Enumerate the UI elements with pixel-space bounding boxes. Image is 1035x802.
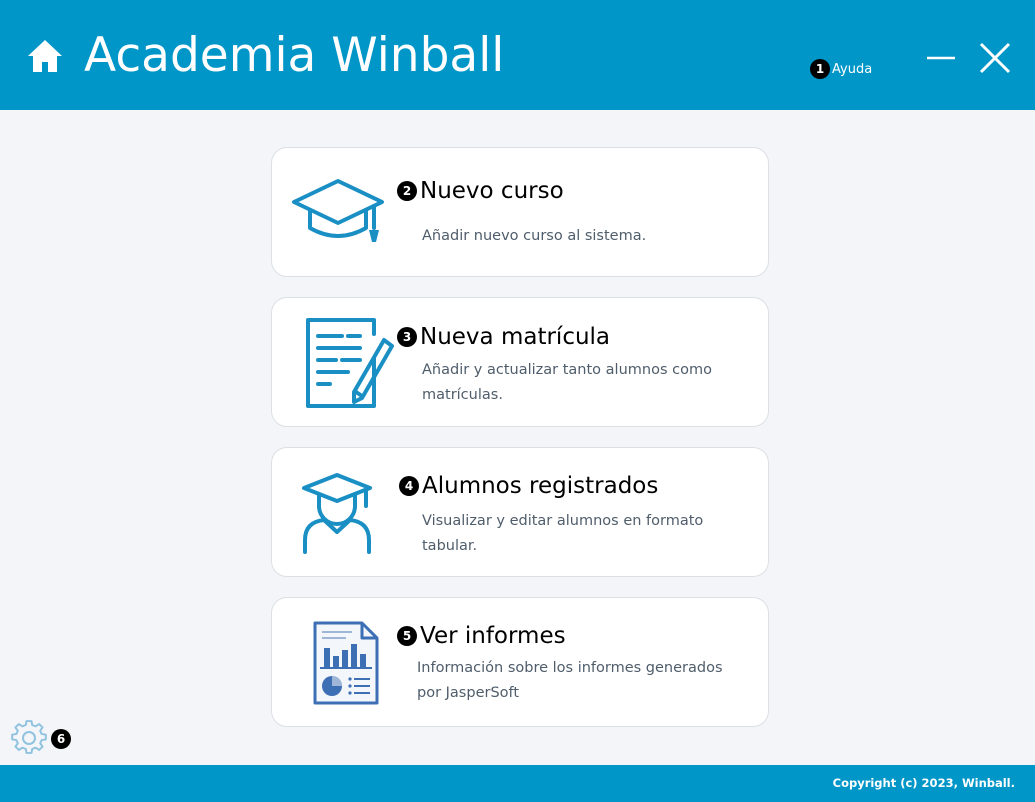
document-pencil-icon [306, 318, 394, 408]
step-badge: 4 [399, 476, 419, 496]
card-title: Ver informes [420, 623, 566, 649]
step-badge: 1 [810, 59, 830, 79]
report-chart-icon [313, 621, 379, 705]
card-description: Información sobre los informes generados… [417, 660, 723, 701]
card-title: Nueva matrícula [420, 324, 611, 350]
card-new-course[interactable]: 2 Nuevo curso Añadir nuevo curso al sist… [271, 147, 769, 277]
gear-icon[interactable] [11, 720, 47, 756]
student-icon [302, 473, 372, 554]
step-badge: 6 [51, 729, 71, 749]
card-view-reports[interactable]: 5 Ver informes Información sobre los inf… [271, 597, 769, 727]
step-badge: 3 [397, 327, 417, 347]
step-badge: 2 [397, 181, 417, 201]
app-footer: Copyright (c) 2023, Winball. [0, 765, 1035, 802]
app-title: Academia Winball [84, 28, 505, 83]
card-title: Alumnos registrados [422, 473, 659, 499]
close-icon[interactable] [977, 40, 1013, 76]
card-description: Visualizar y editar alumnos en formato t… [422, 513, 704, 554]
card-description: Añadir nuevo curso al sistema. [422, 228, 647, 244]
card-new-enrollment[interactable]: 3 Nueva matrícula Añadir y actualizar ta… [271, 297, 769, 427]
help-label: Ayuda [832, 61, 873, 77]
card-title: Nuevo curso [420, 178, 564, 204]
card-title-row: 5 Ver informes [397, 621, 566, 651]
home-icon[interactable] [27, 38, 63, 74]
card-title-row: 3 Nueva matrícula [397, 322, 610, 352]
graduation-cap-icon [292, 179, 384, 242]
copyright-text: Copyright (c) 2023, Winball. [832, 776, 1015, 790]
app-header: Academia Winball 1 Ayuda [0, 0, 1035, 110]
help-link[interactable]: 1 Ayuda [810, 59, 872, 79]
card-title-row: 2 Nuevo curso [397, 176, 564, 206]
step-badge: 5 [397, 626, 417, 646]
minimize-icon[interactable] [924, 40, 958, 74]
card-description: Añadir y actualizar tanto alumnos como m… [422, 362, 712, 403]
card-registered-students[interactable]: 4 Alumnos registrados Visualizar y edita… [271, 447, 769, 577]
card-title-row: 4 Alumnos registrados [399, 471, 658, 501]
